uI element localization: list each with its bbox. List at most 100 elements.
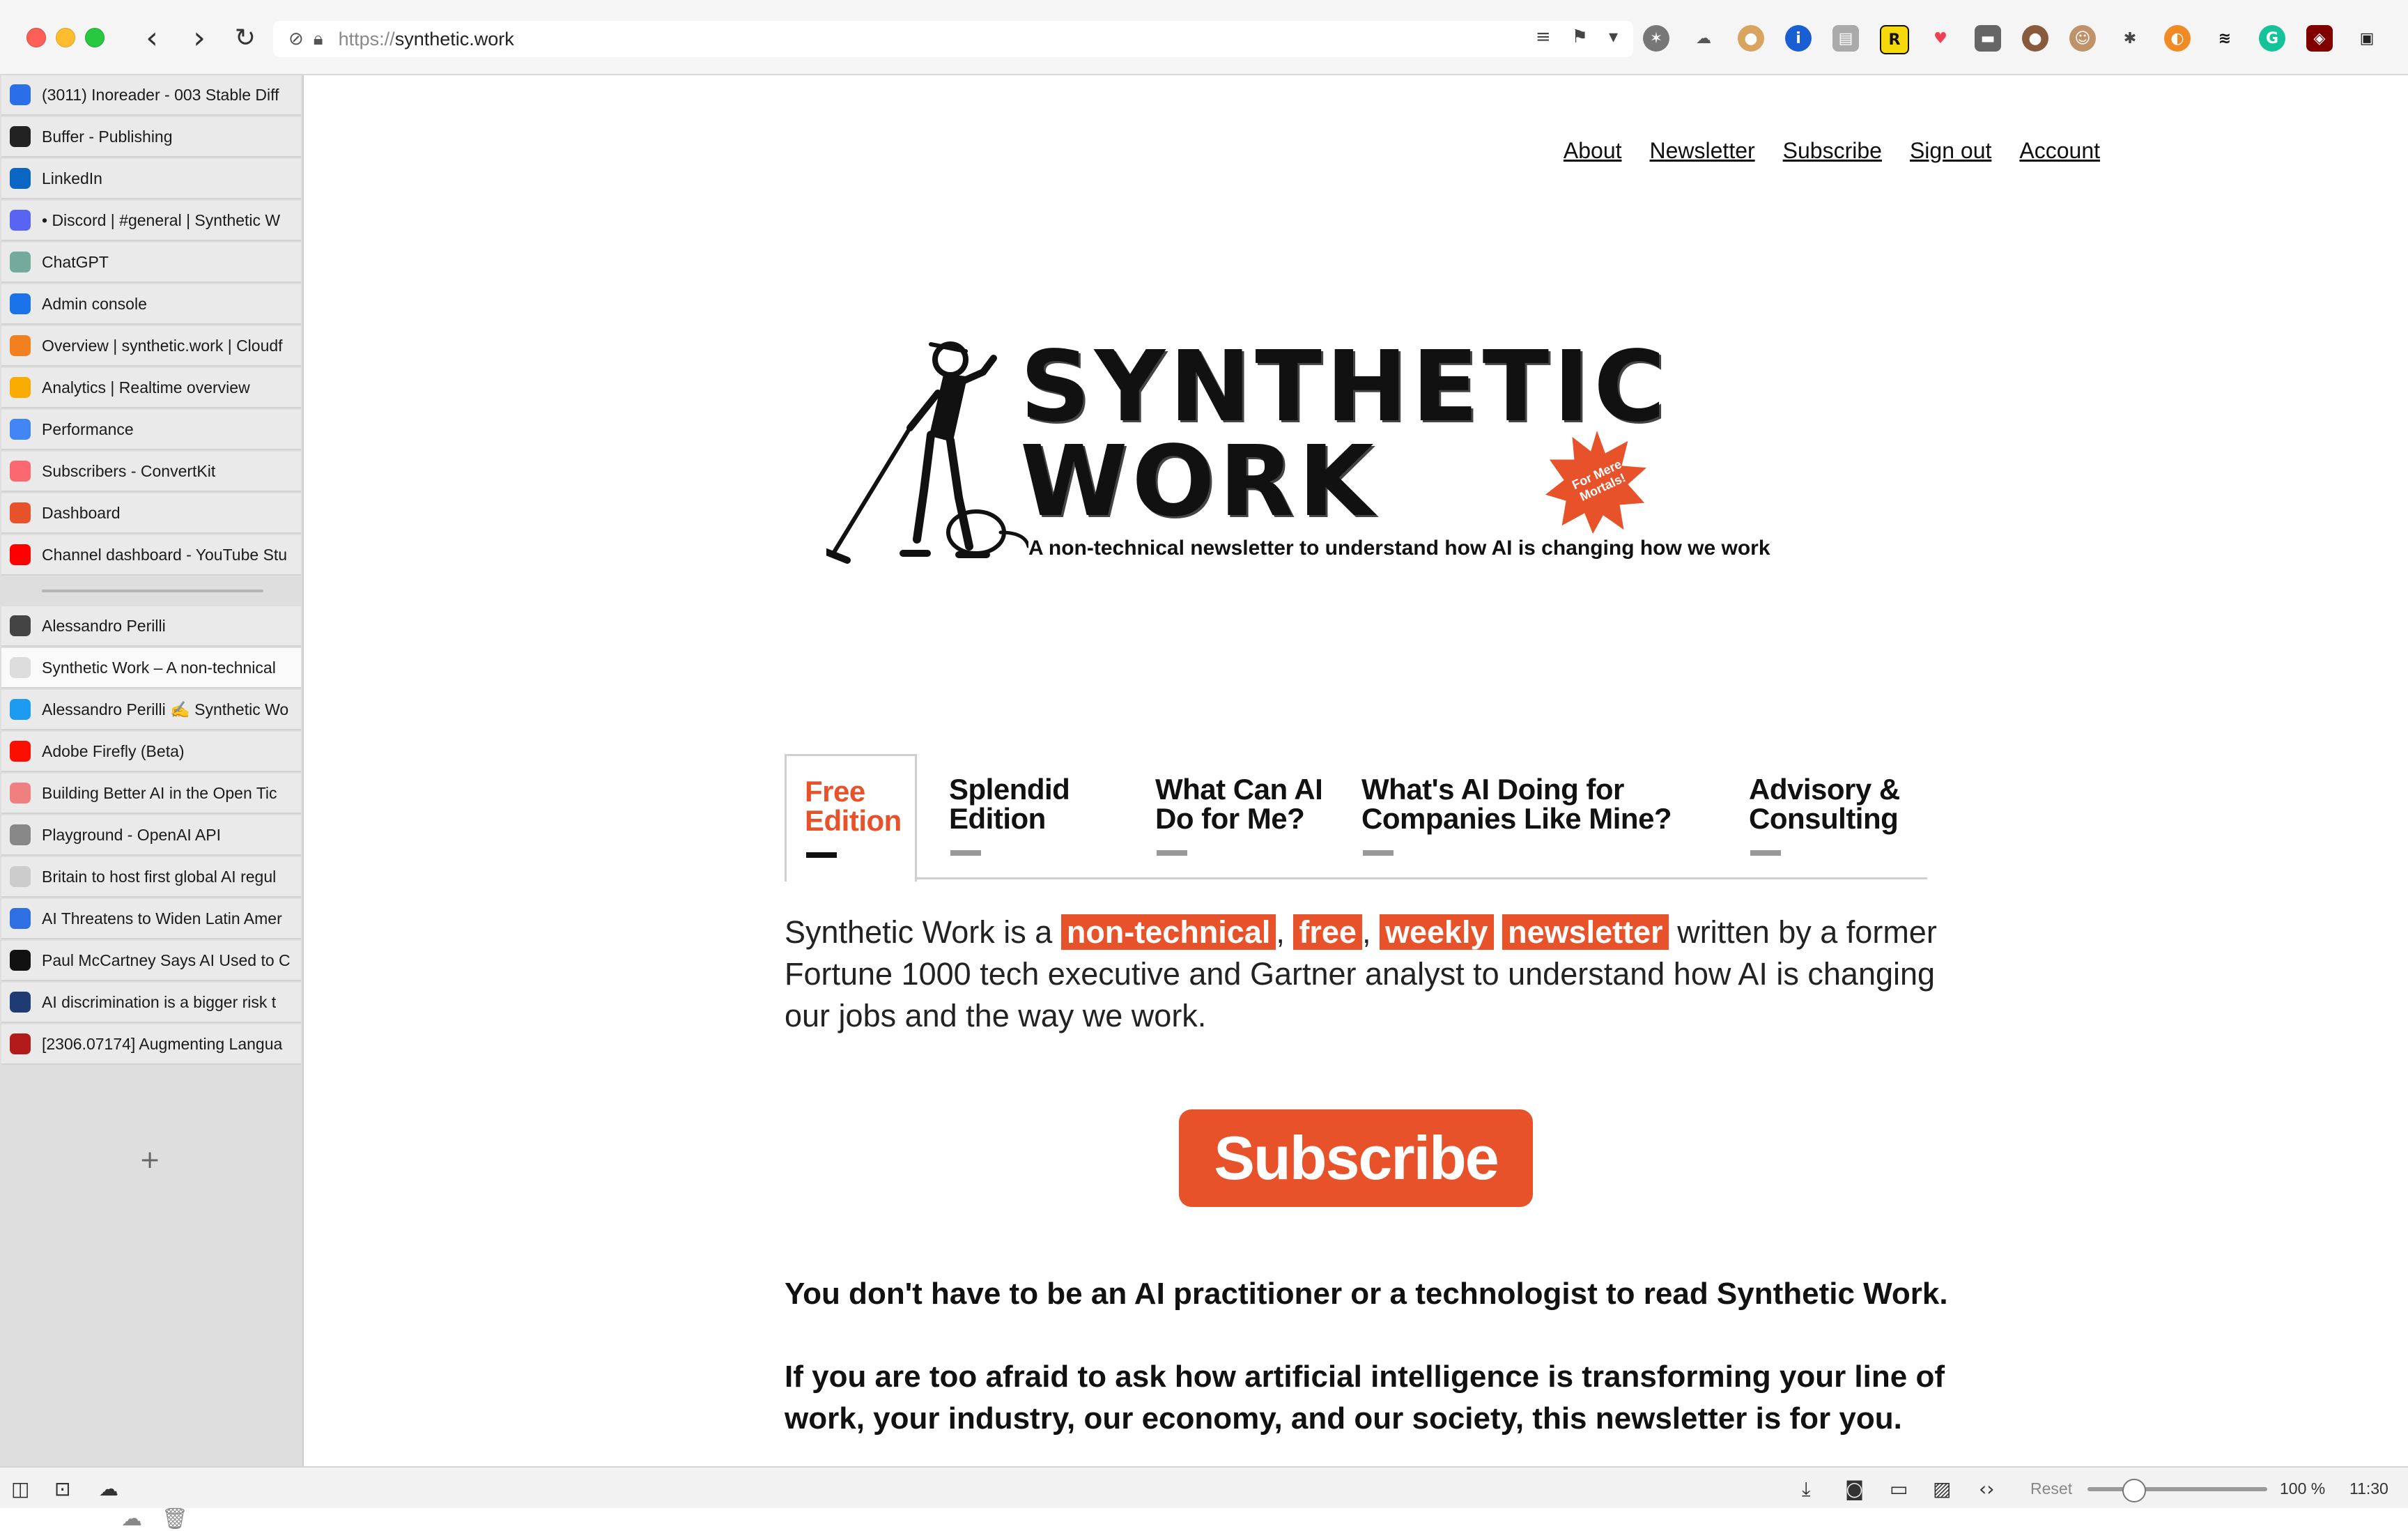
extension-r-icon[interactable]: R (1880, 25, 1909, 54)
downloads-icon[interactable]: ⤓ (1802, 1477, 1810, 1501)
sidebar-tab[interactable]: Channel dashboard - YouTube Stu (1, 535, 301, 576)
arxiv-icon (10, 1033, 31, 1054)
subscribe-button[interactable]: Subscribe (1179, 1109, 1533, 1207)
clock: 11:30 (2349, 1479, 2388, 1498)
site-logo[interactable]: SYNTHETIC WORK For Mere Mortals! A non-t… (826, 330, 1871, 647)
tab-companies-like-mine[interactable]: What's AI Doing for Companies Like Mine? (1361, 754, 1689, 879)
url-text[interactable]: https://synthetic.work (339, 29, 514, 50)
reload-icon[interactable]: ↻ (226, 18, 265, 57)
sidebar-tab-label: Analytics | Realtime overview (42, 378, 250, 397)
sidebar-tab-label: Subscribers - ConvertKit (42, 461, 216, 480)
inoreader-icon (10, 84, 31, 105)
tab-label-line2: Companies Like Mine? (1361, 802, 1672, 835)
nav-subscribe-link[interactable]: Subscribe (1783, 138, 1882, 164)
tab-icon-e (10, 783, 31, 803)
trash-icon[interactable]: 🗑︎ (162, 1507, 188, 1531)
sidebar-tab[interactable]: [2306.07174] Augmenting Langua (1, 1024, 301, 1065)
nav-newsletter-link[interactable]: Newsletter (1650, 138, 1755, 164)
sidebar-tab[interactable]: Analytics | Realtime overview (1, 368, 301, 408)
logo-line-synthetic: SYNTHETIC (1020, 330, 1670, 444)
sidebar-tab[interactable]: Admin console (1, 284, 301, 325)
tab-splendid-edition[interactable]: Splendid Edition (949, 754, 1116, 879)
forward-icon[interactable]: › (180, 18, 219, 57)
sidebar-tab[interactable]: Playground - OpenAI API (1, 815, 301, 856)
sidebar-tab[interactable]: (3011) Inoreader - 003 Stable Diff (1, 75, 301, 116)
convertkit-icon (10, 461, 31, 482)
lock-icon[interactable]: 🔒︎ (314, 29, 323, 50)
pocket-icon[interactable]: ♥ (1927, 25, 1954, 52)
sidebar-tab[interactable]: ChatGPT (1, 243, 301, 283)
sidebar-tab[interactable]: Buffer - Publishing (1, 117, 301, 157)
orange-extension-icon[interactable]: ◐ (2164, 25, 2191, 52)
minimize-window-button[interactable] (56, 28, 75, 47)
new-tab-plus-icon[interactable]: + (139, 1146, 160, 1174)
zoom-window-button[interactable] (85, 28, 105, 47)
sidebar-tab-label: Buffer - Publishing (42, 127, 173, 146)
close-window-button[interactable] (26, 28, 46, 47)
puzzle-extensions-icon[interactable]: ✱ (2117, 25, 2143, 52)
images-toggle-icon[interactable]: ▨ (1933, 1477, 1951, 1500)
browser-toolbar: ‹ › ↻ ⊘ 🔒︎ https://synthetic.work ≡ ⚑ ▾ … (0, 0, 2408, 75)
sidebar-tab[interactable]: Building Better AI in the Open Tic (1, 774, 301, 814)
tab-free-edition[interactable]: Free Edition (785, 754, 917, 882)
sidebar-tab[interactable]: Alessandro Perilli ✍️ Synthetic Wo (1, 690, 301, 730)
sidebar-tab[interactable]: LinkedIn (1, 159, 301, 199)
extension-avatar-icon[interactable]: ✶ (1643, 25, 1669, 52)
sidebar-tab[interactable]: AI discrimination is a bigger risk t (1, 983, 301, 1023)
sidebar-tab-label: AI Threatens to Widen Latin Amer (42, 909, 282, 928)
page-actions-icon[interactable]: ‹› (1979, 1477, 1994, 1500)
nav-signout-link[interactable]: Sign out (1910, 138, 1991, 164)
sidebar-tab[interactable]: Britain to host first global AI regul (1, 857, 301, 898)
sidebar-tab[interactable]: AI Threatens to Widen Latin Amer (1, 899, 301, 939)
tab-sidebar: (3011) Inoreader - 003 Stable Diff Buffer… (0, 75, 304, 1531)
address-bar[interactable]: ⊘ 🔒︎ https://synthetic.work ≡ ⚑ ▾ (273, 21, 1633, 57)
cloud-tabs-icon[interactable]: ☁ (121, 1507, 142, 1531)
sidebar-tab[interactable]: Subscribers - ConvertKit (1, 452, 301, 492)
tab-indicator (806, 852, 837, 858)
cloudflare-icon (10, 335, 31, 356)
grammarly-icon[interactable]: G (2259, 25, 2285, 52)
tab-tiling-icon[interactable]: ⊡ (54, 1477, 70, 1500)
zoom-reset-button[interactable]: Reset (2030, 1479, 2072, 1498)
nav-account-link[interactable]: Account (2019, 138, 2100, 164)
sidebar-tab-label: [2306.07174] Augmenting Langua (42, 1034, 283, 1053)
panel-toggle-icon[interactable]: ◫ (11, 1477, 29, 1500)
sidebar-tab[interactable]: Overview | synthetic.work | Cloudf (1, 326, 301, 367)
sync-cloud-icon[interactable]: ☁ (99, 1477, 118, 1500)
sidebar-tab[interactable]: • Discord | #general | Synthetic W (1, 201, 301, 241)
sidebar-tab-label: • Discord | #general | Synthetic W (42, 210, 281, 229)
page-tiling-icon[interactable]: ▭ (1890, 1477, 1908, 1500)
cookie-icon[interactable]: ● (1738, 25, 1764, 52)
bookmark-icon[interactable]: ⚑ (1572, 26, 1588, 47)
notes-extension-icon[interactable]: ▤ (1832, 25, 1859, 52)
cloud-icon[interactable]: ☁ (1690, 25, 1717, 52)
buffer-extension-icon[interactable]: ≋ (2212, 25, 2238, 52)
buffer-icon (10, 126, 31, 147)
sidebar-tab[interactable]: Adobe Firefly (Beta) (1, 732, 301, 772)
pinned-divider[interactable] (42, 590, 263, 592)
tracker-blocker-icon[interactable]: ⊘ (288, 29, 304, 49)
window-extension-icon[interactable]: ▬ (1975, 25, 2001, 52)
status-bar: ◫ ⊡ ☁ ⤓ ◙ ▭ ▨ ‹› Reset 100 % 11:30 (0, 1466, 2408, 1508)
zoom-slider[interactable] (2087, 1487, 2267, 1491)
sidebar-tab[interactable]: Performance (1, 410, 301, 450)
sidebar-tab[interactable]: Paul McCartney Says AI Used to C (1, 941, 301, 981)
reader-view-icon[interactable]: ≡ (1536, 26, 1551, 47)
brown-extension-icon[interactable]: ● (2022, 25, 2048, 52)
back-icon[interactable]: ‹ (132, 18, 171, 57)
tab-advisory-consulting[interactable]: Advisory & Consulting (1749, 754, 1916, 879)
reader-extension-icon[interactable]: ▣ (2354, 25, 2380, 52)
face-extension-icon[interactable]: ☺ (2069, 25, 2096, 52)
sidebar-tab[interactable]: Synthetic Work – A non-technical (1, 648, 301, 688)
highlight-weekly: weekly (1379, 914, 1494, 950)
nav-about-link[interactable]: About (1564, 138, 1622, 164)
sidebar-tab[interactable]: Dashboard (1, 493, 301, 534)
chevron-down-icon[interactable]: ▾ (1609, 26, 1618, 47)
openai-icon (10, 824, 31, 845)
password-manager-icon[interactable]: i (1785, 25, 1812, 52)
sidebar-tab[interactable]: Alessandro Perilli (1, 606, 301, 647)
ublock-icon[interactable]: ◈ (2306, 25, 2333, 52)
capture-camera-icon[interactable]: ◙ (1845, 1477, 1864, 1500)
tab-what-can-ai-do[interactable]: What Can AI Do for Me? (1155, 754, 1336, 879)
zoom-slider-handle[interactable] (2122, 1479, 2146, 1502)
